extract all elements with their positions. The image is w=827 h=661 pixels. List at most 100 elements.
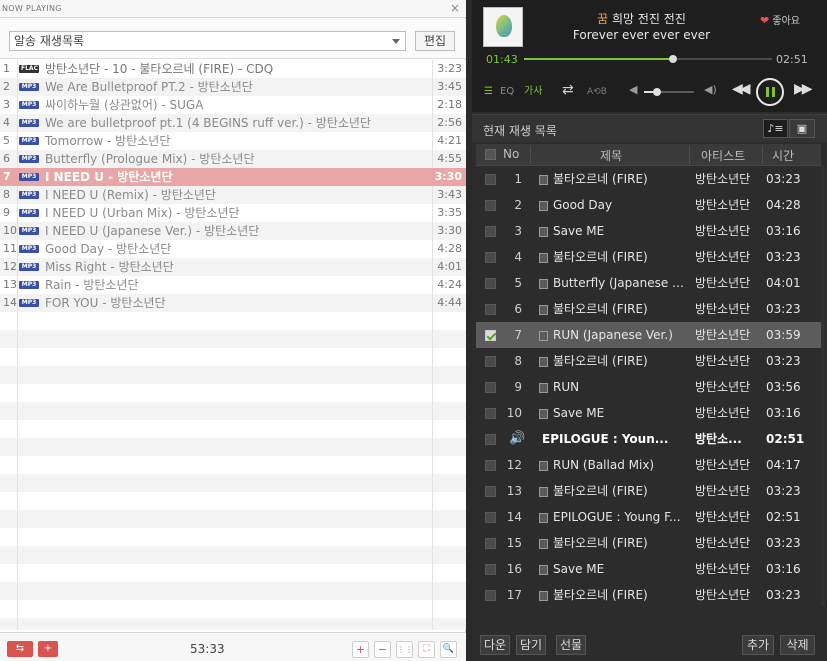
file-icon — [539, 331, 548, 341]
track-row[interactable]: 4 MP3 We are bulletproof pt.1 (4 BEGINS ru… — [0, 114, 466, 132]
seek-bar[interactable] — [524, 55, 772, 63]
queue-row[interactable]: 17 불타오르네 (FIRE) 방탄소년단 03:23 — [476, 582, 821, 608]
file-icon — [539, 409, 548, 419]
track-row[interactable]: 11 MP3 Good Day - 방탄소년단 4:28 — [0, 240, 466, 258]
row-checkbox[interactable] — [485, 512, 496, 523]
next-icon[interactable]: ▶▶ — [794, 82, 812, 96]
track-row[interactable]: 12 MP3 Miss Right - 방탄소년단 4:01 — [0, 258, 466, 276]
queue-row[interactable]: 16 Save ME 방탄소년단 03:16 — [476, 556, 821, 582]
row-checkbox[interactable] — [485, 356, 496, 367]
row-checkbox[interactable] — [485, 330, 496, 341]
lyrics-button[interactable]: 가사 — [524, 85, 542, 99]
select-all-checkbox[interactable] — [485, 149, 496, 160]
format-badge: FLAC — [19, 65, 39, 73]
album-cover[interactable] — [483, 7, 523, 47]
track-row[interactable]: 14 MP3 FOR YOU - 방탄소년단 4:44 — [0, 294, 466, 312]
queue-title-cell: Save ME — [553, 406, 605, 420]
queue-row[interactable]: 5 Butterfly (Japanese V... 방탄소년단 04:01 — [476, 270, 821, 296]
track-row[interactable]: 3 MP3 싸이하누월 (상관없어) - SUGA 2:18 — [0, 96, 466, 114]
add-button[interactable]: 추가 — [742, 635, 774, 655]
row-checkbox[interactable] — [485, 408, 496, 419]
queue-scrollbar[interactable] — [821, 166, 825, 606]
sort-icon[interactable]: ⛶ — [418, 641, 435, 658]
playlist-select[interactable]: 알송 재생목록 — [9, 31, 406, 51]
eq-button[interactable]: EQ — [500, 85, 514, 99]
queue-row[interactable]: 2 Good Day 방탄소년단 04:28 — [476, 192, 821, 218]
queue-row[interactable]: 13 불타오르네 (FIRE) 방탄소년단 03:23 — [476, 478, 821, 504]
row-checkbox[interactable] — [485, 200, 496, 211]
queue-title-cell: 불타오르네 (FIRE) — [553, 302, 648, 316]
track-row[interactable]: 7 MP3 I NEED U - 방탄소년단 3:30 — [0, 168, 466, 186]
queue-row[interactable]: 14 EPILOGUE : Young F... 방탄소년단 02:51 — [476, 504, 821, 530]
repeat-icon[interactable]: ⇄ — [562, 83, 574, 97]
queue-row[interactable]: 4 불타오르네 (FIRE) 방탄소년단 03:23 — [476, 244, 821, 270]
seek-knob[interactable] — [668, 55, 677, 63]
track-title: 방탄소년단 - 10 - 불타오르네 (FIRE) - CDQ — [45, 62, 274, 76]
track-row[interactable]: 13 MP3 Rain - 방탄소년단 4:24 — [0, 276, 466, 294]
playlist-icon[interactable]: ☰ — [484, 85, 493, 99]
row-checkbox[interactable] — [485, 434, 496, 445]
row-checkbox[interactable] — [485, 382, 496, 393]
add-icon[interactable]: + — [352, 641, 369, 658]
queue-title-cell: RUN (Japanese Ver.) — [553, 328, 673, 342]
remove-icon[interactable]: − — [374, 641, 391, 658]
volume-knob[interactable] — [652, 88, 661, 96]
row-checkbox[interactable] — [485, 304, 496, 315]
col-time[interactable]: 시간 — [772, 147, 794, 164]
queue-row[interactable]: 🔊 EPILOGUE : Youn... 방탄소... 02:51 — [476, 426, 821, 452]
total-duration: 02:51 — [776, 53, 808, 66]
volume-down-icon[interactable]: ◀ — [629, 83, 637, 97]
track-row[interactable]: 6 MP3 Butterfly (Prologue Mix) - 방탄소년단 4:55 — [0, 150, 466, 168]
track-row[interactable]: 10 MP3 I NEED U (Japanese Ver.) - 방탄소년단 3:3… — [0, 222, 466, 240]
track-row[interactable]: 8 MP3 I NEED U (Remix) - 방탄소년단 3:43 — [0, 186, 466, 204]
queue-row[interactable]: 7 RUN (Japanese Ver.) 방탄소년단 03:59 — [476, 322, 821, 348]
track-row[interactable]: 2 MP3 We Are Bulletproof PT.2 - 방탄소년단 3:45 — [0, 78, 466, 96]
track-duration: 3:30 — [437, 224, 462, 237]
row-checkbox[interactable] — [485, 538, 496, 549]
music-list-icon[interactable]: ♪≡ — [763, 119, 788, 138]
edit-button[interactable]: 편집 — [415, 31, 455, 51]
col-no[interactable]: No — [503, 147, 519, 161]
row-checkbox[interactable] — [485, 590, 496, 601]
row-checkbox[interactable] — [485, 226, 496, 237]
previous-icon[interactable]: ◀◀ — [732, 82, 750, 96]
volume-up-icon[interactable]: ◀) — [704, 83, 717, 97]
queue-row[interactable]: 8 불타오르네 (FIRE) 방탄소년단 03:23 — [476, 348, 821, 374]
col-title[interactable]: 제목 — [600, 147, 622, 164]
queue-row[interactable]: 3 Save ME 방탄소년단 03:16 — [476, 218, 821, 244]
queue-row[interactable]: 15 불타오르네 (FIRE) 방탄소년단 03:23 — [476, 530, 821, 556]
download-button[interactable]: 다운 — [480, 635, 510, 655]
track-row[interactable]: 9 MP3 I NEED U (Urban Mix) - 방탄소년단 3:35 — [0, 204, 466, 222]
close-icon[interactable]: × — [449, 1, 461, 15]
queue-time-cell: 03:23 — [766, 536, 801, 550]
queue-row[interactable]: 10 Save ME 방탄소년단 03:16 — [476, 400, 821, 426]
pause-button[interactable] — [756, 78, 784, 106]
video-icon[interactable]: ▣ — [789, 119, 815, 138]
grid-icon[interactable]: ⋮⋮ — [396, 641, 413, 658]
row-checkbox[interactable] — [485, 564, 496, 575]
gift-button[interactable]: 선물 — [556, 635, 586, 655]
col-artist[interactable]: 아티스트 — [701, 147, 745, 164]
queue-row[interactable]: 1 불타오르네 (FIRE) 방탄소년단 03:23 — [476, 166, 821, 192]
queue-row[interactable]: 9 RUN 방탄소년단 03:56 — [476, 374, 821, 400]
queue-row[interactable]: 6 불타오르네 (FIRE) 방탄소년단 03:23 — [476, 296, 821, 322]
row-checkbox[interactable] — [485, 174, 496, 185]
queue-row[interactable]: 12 RUN (Ballad Mix) 방탄소년단 04:17 — [476, 452, 821, 478]
save-button[interactable]: 담기 — [516, 635, 546, 655]
column-divider — [530, 146, 531, 164]
add-folder-icon[interactable]: + — [38, 641, 58, 657]
seek-fill — [524, 58, 673, 60]
volume-slider[interactable] — [644, 88, 694, 96]
track-row[interactable]: 5 MP3 Tomorrow - 방탄소년단 4:21 — [0, 132, 466, 150]
row-checkbox[interactable] — [485, 460, 496, 471]
row-checkbox[interactable] — [485, 486, 496, 497]
row-checkbox[interactable] — [485, 278, 496, 289]
search-icon[interactable]: 🔍 — [440, 641, 457, 658]
like-button[interactable]: ❤ 좋아요 — [760, 12, 800, 27]
row-checkbox[interactable] — [485, 252, 496, 263]
usb-icon[interactable]: ⇆ — [7, 641, 33, 657]
track-duration: 4:28 — [437, 242, 462, 255]
delete-button[interactable]: 삭제 — [780, 635, 815, 655]
track-row[interactable]: 1 FLAC 방탄소년단 - 10 - 불타오르네 (FIRE) - CDQ 3:23 — [0, 60, 466, 78]
ab-repeat-button[interactable]: A⟲B — [587, 85, 607, 99]
